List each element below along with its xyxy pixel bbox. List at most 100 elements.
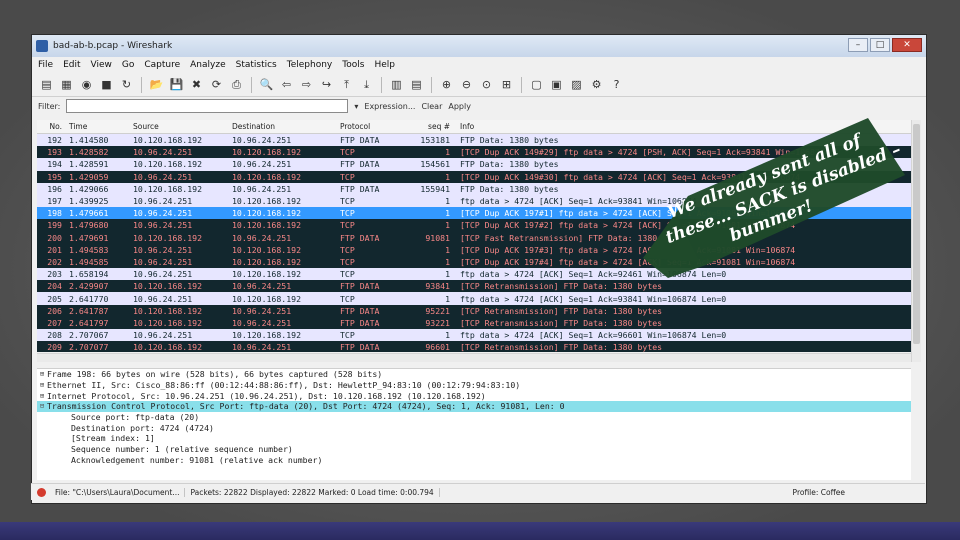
detail-line[interactable]: Source port: ftp-data (20) — [37, 412, 911, 423]
packet-cell-dst: 10.120.168.192 — [232, 220, 302, 231]
packet-cell-seq: 1 — [445, 208, 450, 219]
packet-cell-proto: TCP — [340, 220, 355, 231]
column-protocol[interactable]: Protocol — [340, 122, 406, 131]
detail-line[interactable]: ⊞ Frame 198: 66 bytes on wire (528 bits),… — [37, 369, 911, 380]
packet-row[interactable]: 192 1.414580 10.120.168.192 10.96.24.251 FTP… — [37, 134, 911, 147]
packet-row[interactable]: 193 1.428582 10.96.24.251 10.120.168.192 TCP… — [37, 146, 911, 159]
detail-line[interactable]: ⊞ Ethernet II, Src: Cisco_88:86:ff (00:12… — [37, 380, 911, 391]
packet-cell-time: 1.439925 — [69, 196, 109, 207]
packet-cell-src: 10.120.168.192 — [133, 317, 203, 328]
packet-cell-src: 10.96.24.251 — [133, 293, 193, 304]
packet-cell-info: [TCP Retransmission] FTP Data: 1380 byte… — [460, 281, 663, 292]
packet-cell-dst: 10.96.24.251 — [232, 342, 292, 352]
window-content-layer: No. Time Source Destination Protocol seq… — [31, 34, 927, 504]
packet-cell-src: 10.96.24.251 — [133, 220, 193, 231]
packet-cell-proto: TCP — [340, 269, 355, 280]
packet-list-vscrollbar[interactable] — [911, 120, 921, 362]
packet-cell-proto: FTP DATA — [340, 159, 380, 170]
detail-text: [Stream index: 1] — [71, 433, 155, 444]
column-time[interactable]: Time — [65, 122, 133, 131]
packet-cell-seq: 1 — [445, 171, 450, 182]
packet-cell-time: 1.429059 — [69, 171, 109, 182]
packet-cell-proto: TCP — [340, 208, 355, 219]
expand-toggle-icon[interactable]: ⊞ — [37, 370, 47, 378]
detail-line[interactable]: Sequence number: 1 (relative sequence nu… — [37, 444, 911, 455]
packet-cell-src: 10.120.168.192 — [133, 135, 203, 146]
packet-cell-dst: 10.96.24.251 — [232, 159, 292, 170]
packet-row[interactable]: 203 1.658194 10.96.24.251 10.120.168.192 TCP… — [37, 268, 911, 281]
packet-cell-proto: FTP DATA — [340, 317, 380, 328]
packet-cell-no: 208 — [47, 330, 62, 341]
packet-cell-time: 2.641770 — [69, 293, 109, 304]
packet-cell-src: 10.120.168.192 — [133, 342, 203, 352]
packet-cell-time: 2.429907 — [69, 281, 109, 292]
packet-cell-src: 10.96.24.251 — [133, 196, 193, 207]
packet-cell-info: [TCP Retransmission] FTP Data: 1380 byte… — [460, 342, 663, 352]
status-packets: Packets: 22822 Displayed: 22822 Marked: … — [185, 487, 440, 497]
packet-cell-no: 202 — [47, 256, 62, 267]
packet-cell-time: 1.479680 — [69, 220, 109, 231]
packet-row[interactable]: 204 2.429907 10.120.168.192 10.96.24.251 FTP… — [37, 280, 911, 293]
column-source[interactable]: Source — [133, 122, 232, 131]
packet-cell-proto: TCP — [340, 147, 355, 158]
status-profile[interactable]: Profile: Coffee — [793, 488, 925, 497]
packet-cell-info: FTP Data: 1380 bytes — [460, 183, 559, 194]
detail-line[interactable]: ⊟ Transmission Control Protocol, Src Port… — [37, 401, 911, 412]
packet-cell-time: 1.479661 — [69, 208, 109, 219]
packet-cell-no: 209 — [47, 342, 62, 352]
detail-text: Internet Protocol, Src: 10.96.24.251 (10… — [47, 390, 486, 401]
detail-line[interactable]: Destination port: 4724 (4724) — [37, 422, 911, 433]
packet-cell-seq: 91081 — [425, 232, 450, 243]
packet-row[interactable]: 207 2.641797 10.120.168.192 10.96.24.251 FTP… — [37, 316, 911, 329]
detail-line[interactable]: [Stream index: 1] — [37, 433, 911, 444]
packet-list: No. Time Source Destination Protocol seq… — [37, 120, 911, 352]
packet-cell-proto: FTP DATA — [340, 281, 380, 292]
packet-cell-dst: 10.96.24.251 — [232, 135, 292, 146]
packet-cell-dst: 10.96.24.251 — [232, 232, 292, 243]
packet-cell-info: ftp data > 4724 [ACK] Seq=1 Ack=93841 Wi… — [460, 293, 727, 304]
packet-row[interactable]: 208 2.707067 10.96.24.251 10.120.168.192 TCP… — [37, 329, 911, 342]
packet-cell-dst: 10.120.168.192 — [232, 171, 302, 182]
expand-toggle-icon[interactable]: ⊟ — [37, 402, 47, 410]
packet-cell-proto: FTP DATA — [340, 183, 380, 194]
packet-row[interactable]: 205 2.641770 10.96.24.251 10.120.168.192 TCP… — [37, 292, 911, 305]
packet-cell-no: 199 — [47, 220, 62, 231]
packet-cell-no: 200 — [47, 232, 62, 243]
expert-info-icon[interactable] — [37, 487, 46, 497]
packet-cell-seq: 1 — [445, 196, 450, 207]
packet-cell-no: 204 — [47, 281, 62, 292]
packet-row[interactable]: 209 2.707077 10.120.168.192 10.96.24.251 FTP… — [37, 341, 911, 352]
packet-cell-seq: 1 — [445, 330, 450, 341]
packet-cell-src: 10.120.168.192 — [133, 232, 203, 243]
packet-cell-dst: 10.96.24.251 — [232, 305, 292, 316]
packet-list-hscrollbar[interactable] — [37, 353, 911, 362]
packet-cell-seq: 1 — [445, 147, 450, 158]
packet-cell-no: 193 — [47, 147, 62, 158]
packet-cell-dst: 10.120.168.192 — [232, 208, 302, 219]
scrollbar-thumb[interactable] — [913, 124, 920, 344]
packet-cell-no: 194 — [47, 159, 62, 170]
packet-cell-time: 1.658194 — [69, 269, 109, 280]
expand-toggle-icon[interactable]: ⊞ — [37, 392, 47, 400]
packet-row[interactable]: 200 1.479691 10.120.168.192 10.96.24.251 FTP… — [37, 231, 911, 244]
column-no[interactable]: No. — [37, 122, 65, 131]
column-seq[interactable]: seq # — [406, 122, 456, 131]
column-destination[interactable]: Destination — [232, 122, 340, 131]
detail-text: Acknowledgement number: 91081 (relative … — [71, 454, 323, 465]
expand-toggle-icon[interactable]: ⊞ — [37, 381, 47, 389]
column-info[interactable]: Info — [456, 122, 911, 131]
packet-cell-info: [TCP Dup ACK 197#3] ftp data > 4724 [ACK… — [460, 244, 796, 255]
slide-footer-band — [0, 522, 960, 540]
packet-cell-time: 2.707077 — [69, 342, 109, 352]
packet-row[interactable]: 206 2.641787 10.120.168.192 10.96.24.251 FTP… — [37, 304, 911, 317]
detail-line[interactable]: Acknowledgement number: 91081 (relative … — [37, 455, 911, 466]
packet-cell-seq: 153181 — [420, 135, 450, 146]
packet-cell-proto: TCP — [340, 293, 355, 304]
packet-cell-no: 205 — [47, 293, 62, 304]
detail-line[interactable]: ⊞ Internet Protocol, Src: 10.96.24.251 (1… — [37, 390, 911, 401]
packet-cell-no: 201 — [47, 244, 62, 255]
packet-row[interactable]: 202 1.494585 10.96.24.251 10.120.168.192 TCP… — [37, 255, 911, 269]
packet-row[interactable]: 201 1.494583 10.96.24.251 10.120.168.192 TCP… — [37, 243, 911, 256]
packet-cell-seq: 154561 — [420, 159, 450, 170]
packet-cell-no: 207 — [47, 317, 62, 328]
